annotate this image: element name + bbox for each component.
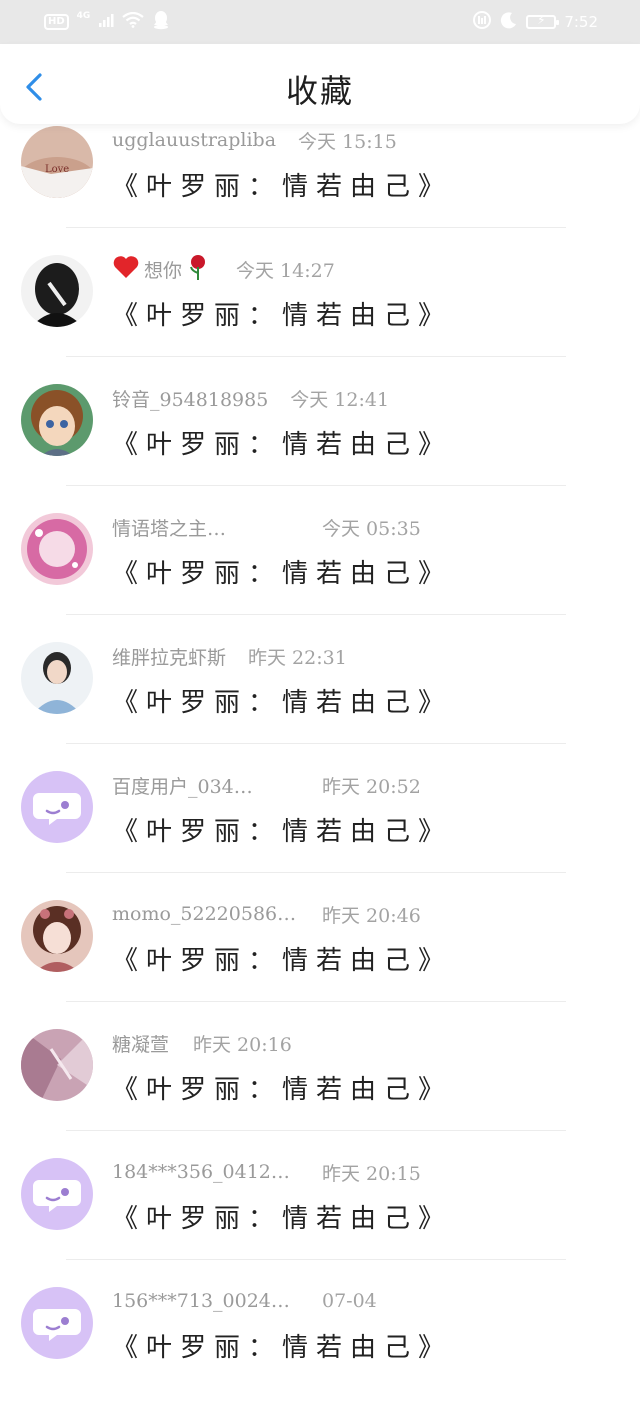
hd-badge: HD	[44, 14, 69, 30]
divider	[66, 227, 566, 228]
signal-icon	[98, 12, 114, 32]
default-avatar[interactable]	[21, 771, 93, 843]
avatar[interactable]	[21, 513, 93, 585]
avatar[interactable]	[21, 642, 93, 714]
list-item[interactable]: 维胖拉克虾斯 昨天 22:31 《叶罗丽：情若由己》	[0, 640, 640, 769]
svg-text:Love: Love	[45, 164, 69, 175]
avatar[interactable]	[21, 1029, 93, 1101]
default-avatar[interactable]	[21, 1158, 93, 1230]
user-name[interactable]: ugglauustrapliba	[112, 129, 276, 151]
list-item[interactable]: 糖凝萱 昨天 20:16 《叶罗丽：情若由己》	[0, 1027, 640, 1156]
divider	[66, 1130, 566, 1131]
timestamp: 昨天 20:15	[322, 1162, 421, 1185]
page-title: 收藏	[285, 72, 354, 110]
status-bar-right: ⚡ 7:52	[472, 10, 598, 34]
avatar[interactable]: Love	[21, 126, 93, 198]
user-name[interactable]: 情语塔之主…	[112, 514, 322, 541]
timestamp: 昨天 20:16	[193, 1033, 292, 1056]
divider	[66, 1259, 566, 1260]
status-bar: HD 4G ⚡ 7:52	[0, 0, 640, 44]
favorite-title[interactable]: 《叶罗丽：情若由己》	[112, 940, 452, 977]
user-name[interactable]: 184***356_0412…	[112, 1161, 322, 1183]
favorite-title[interactable]: 《叶罗丽：情若由己》	[112, 424, 452, 461]
battery-icon: ⚡	[526, 13, 560, 29]
divider	[66, 485, 566, 486]
favorite-title[interactable]: 《叶罗丽：情若由己》	[112, 166, 452, 203]
divider	[66, 743, 566, 744]
item-meta: 想你 今天 14:27	[112, 254, 335, 284]
item-meta: 百度用户_034… 昨天 20:52	[112, 770, 421, 800]
favorite-title[interactable]: 《叶罗丽：情若由己》	[112, 553, 452, 590]
list-item[interactable]: 184***356_0412… 昨天 20:15 《叶罗丽：情若由己》	[0, 1156, 640, 1285]
heart-icon	[112, 254, 144, 285]
status-bar-left: HD 4G	[44, 10, 170, 34]
avatar[interactable]	[21, 255, 93, 327]
clock: 7:52	[564, 13, 598, 31]
list-item[interactable]: 百度用户_034… 昨天 20:52 《叶罗丽：情若由己》	[0, 769, 640, 898]
default-avatar[interactable]	[21, 1287, 93, 1359]
favorite-title[interactable]: 《叶罗丽：情若由己》	[112, 1069, 452, 1106]
timestamp: 今天 15:15	[298, 130, 397, 153]
moon-icon	[500, 11, 518, 33]
timestamp: 今天 12:41	[290, 388, 390, 411]
timestamp: 07-04	[322, 1290, 377, 1312]
favorite-title[interactable]: 《叶罗丽：情若由己》	[112, 1198, 452, 1235]
favorite-title[interactable]: 《叶罗丽：情若由己》	[112, 682, 452, 719]
rose-icon	[186, 253, 214, 286]
header-bar: 收藏	[0, 44, 640, 124]
list-item[interactable]: 铃音_954818985 今天 12:41 《叶罗丽：情若由己》	[0, 382, 640, 511]
timestamp: 今天 05:35	[322, 517, 421, 540]
wifi-icon	[122, 11, 145, 32]
timestamp: 昨天 22:31	[248, 646, 347, 669]
network-type: 4G	[76, 11, 91, 21]
avatar[interactable]	[21, 384, 93, 456]
divider	[66, 356, 566, 357]
user-name[interactable]: 156***713_0024…	[112, 1290, 322, 1312]
favorite-title[interactable]: 《叶罗丽：情若由己》	[112, 1327, 452, 1364]
list-item[interactable]: 156***713_0024… 07-04 《叶罗丽：情若由己》	[0, 1285, 640, 1414]
user-name[interactable]: 百度用户_034…	[112, 772, 322, 799]
item-meta: 156***713_0024… 07-04	[112, 1286, 377, 1316]
list-item[interactable]: Love ugglauustrapliba 今天 15:15 《叶罗丽：情若由己…	[0, 124, 640, 253]
eye-comfort-icon	[472, 10, 492, 34]
timestamp: 昨天 20:52	[322, 775, 421, 798]
item-meta: 维胖拉克虾斯 昨天 22:31	[112, 641, 347, 671]
list-item[interactable]: 情语塔之主… 今天 05:35 《叶罗丽：情若由己》	[0, 511, 640, 640]
divider	[66, 614, 566, 615]
item-meta: 糖凝萱 昨天 20:16	[112, 1028, 292, 1058]
favorite-title[interactable]: 《叶罗丽：情若由己》	[112, 295, 452, 332]
item-meta: 184***356_0412… 昨天 20:15	[112, 1157, 421, 1187]
timestamp: 昨天 20:46	[322, 904, 421, 927]
item-meta: 情语塔之主… 今天 05:35	[112, 512, 421, 542]
timestamp: 今天 14:27	[236, 259, 335, 282]
divider	[66, 1001, 566, 1002]
qq-icon	[152, 10, 170, 34]
user-name[interactable]: 维胖拉克虾斯	[112, 643, 226, 670]
user-name[interactable]: 铃音_954818985	[112, 385, 268, 412]
list-item[interactable]: 想你 今天 14:27 《叶罗丽：情若由己》	[0, 253, 640, 382]
user-name[interactable]: momo_52220586…	[112, 903, 322, 925]
list-item[interactable]: momo_52220586… 昨天 20:46 《叶罗丽：情若由己》	[0, 898, 640, 1027]
item-meta: momo_52220586… 昨天 20:46	[112, 899, 421, 929]
user-name[interactable]: 想你	[144, 256, 182, 283]
item-meta: ugglauustrapliba 今天 15:15	[112, 125, 397, 155]
favorite-title[interactable]: 《叶罗丽：情若由己》	[112, 811, 452, 848]
divider	[66, 872, 566, 873]
avatar[interactable]	[21, 900, 93, 972]
user-name[interactable]: 糖凝萱	[112, 1030, 169, 1057]
item-meta: 铃音_954818985 今天 12:41	[112, 383, 389, 413]
